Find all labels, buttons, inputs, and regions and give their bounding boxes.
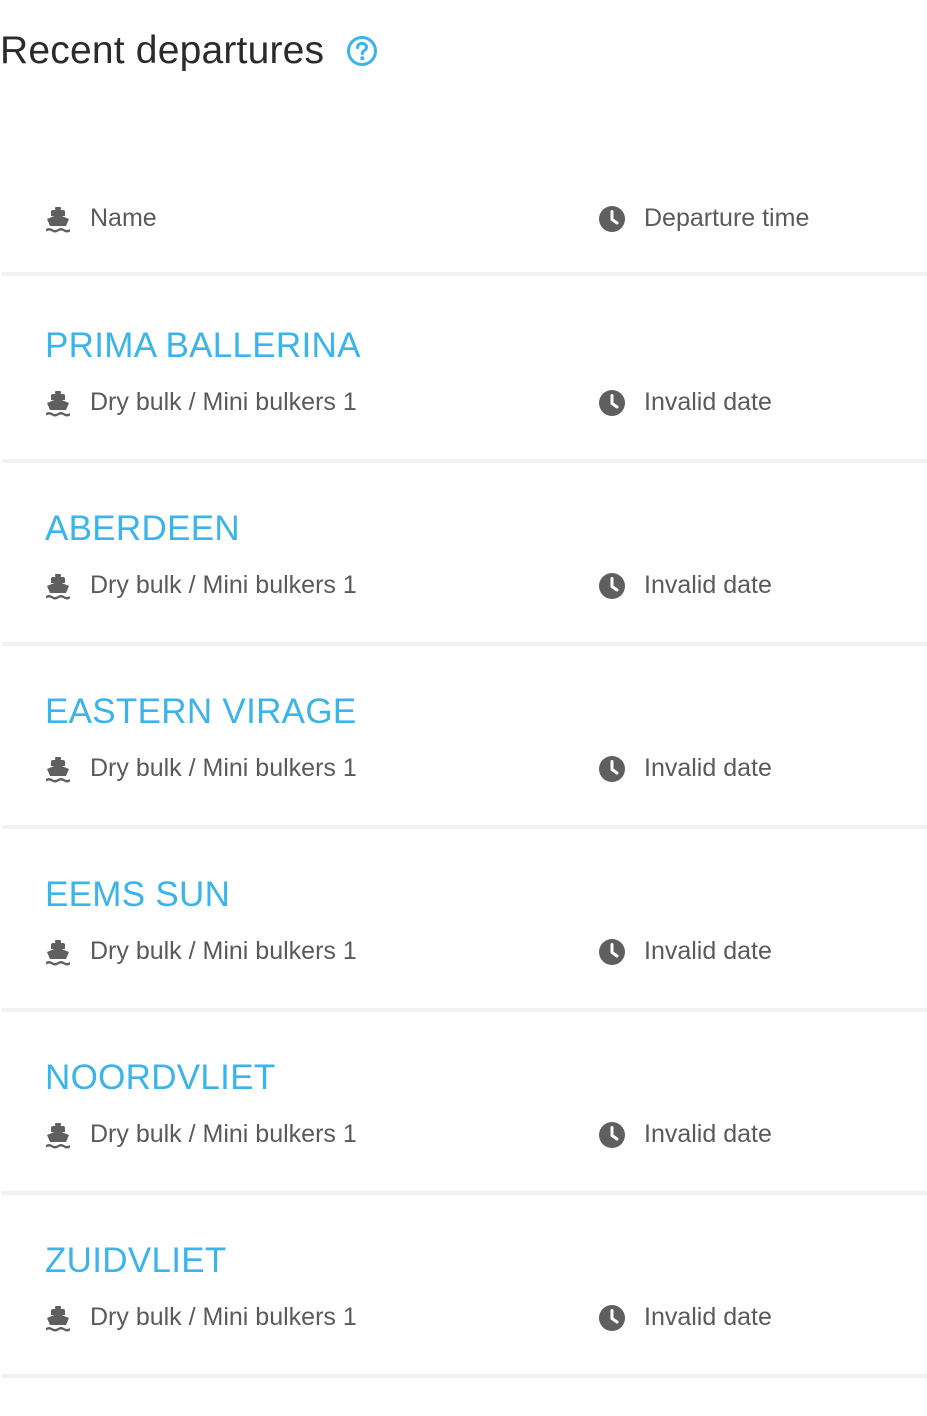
vessel-type-label: Dry bulk / Mini bulkers 1 [90,571,357,599]
clock-icon [598,1304,626,1332]
vessel-type: Dry bulk / Mini bulkers 1 [44,1303,357,1332]
vessel-type-label: Dry bulk / Mini bulkers 1 [90,937,357,965]
departure-time-label: Invalid date [644,937,772,965]
clock-icon [598,205,626,233]
ship-icon [44,1304,72,1332]
clock-icon [598,755,626,783]
column-header-departure-time[interactable]: Departure time [598,204,809,233]
vessel-type: Dry bulk / Mini bulkers 1 [44,388,357,417]
ship-icon [44,205,72,233]
ship-icon [44,572,72,600]
vessel-type: Dry bulk / Mini bulkers 1 [44,571,357,600]
clock-icon [598,938,626,966]
vessel-name-link[interactable]: EEMS SUN [45,875,230,915]
departure-time-label: Invalid date [644,754,772,782]
departure-time: Invalid date [598,754,772,783]
departure-row[interactable]: ZUIDVLIET Dry bulk / Mini bulkers 1 Inva… [2,1195,927,1378]
departure-row[interactable]: EASTERN VIRAGE Dry bulk / Mini bulkers 1… [2,646,927,829]
vessel-name-link[interactable]: PRIMA BALLERINA [45,326,361,366]
clock-icon [598,572,626,600]
ship-icon [44,389,72,417]
column-header-departure-time-label: Departure time [644,204,810,232]
departure-time: Invalid date [598,1120,772,1149]
departure-time: Invalid date [598,937,772,966]
column-header-name-label: Name [90,204,157,232]
page-header: Recent departures [0,26,378,76]
vessel-type-label: Dry bulk / Mini bulkers 1 [90,754,357,782]
vessel-type-label: Dry bulk / Mini bulkers 1 [90,1120,357,1148]
list-header: Name Departure time [2,186,927,276]
vessel-name-link[interactable]: ABERDEEN [45,509,240,549]
departure-time: Invalid date [598,1303,772,1332]
vessel-type-label: Dry bulk / Mini bulkers 1 [90,1303,357,1331]
ship-icon [44,1121,72,1149]
departure-time: Invalid date [598,571,772,600]
vessel-type: Dry bulk / Mini bulkers 1 [44,754,357,783]
departure-time: Invalid date [598,388,772,417]
vessel-name-link[interactable]: EASTERN VIRAGE [45,692,357,732]
question-circle-icon[interactable] [346,35,378,67]
vessel-name-link[interactable]: ZUIDVLIET [45,1241,227,1281]
ship-icon [44,755,72,783]
vessel-type-label: Dry bulk / Mini bulkers 1 [90,388,357,416]
vessel-name-link[interactable]: NOORDVLIET [45,1058,276,1098]
page-title: Recent departures [0,29,325,72]
departure-time-label: Invalid date [644,571,772,599]
departure-time-label: Invalid date [644,1303,772,1331]
departure-row[interactable]: ABERDEEN Dry bulk / Mini bulkers 1 Inval… [2,463,927,646]
departure-row[interactable]: EEMS SUN Dry bulk / Mini bulkers 1 Inval… [2,829,927,1012]
departure-row[interactable]: NOORDVLIET Dry bulk / Mini bulkers 1 Inv… [2,1012,927,1195]
departure-time-label: Invalid date [644,1120,772,1148]
vessel-type: Dry bulk / Mini bulkers 1 [44,937,357,966]
ship-icon [44,938,72,966]
departure-time-label: Invalid date [644,388,772,416]
clock-icon [598,1121,626,1149]
clock-icon [598,389,626,417]
vessel-type: Dry bulk / Mini bulkers 1 [44,1120,357,1149]
departure-row[interactable]: PRIMA BALLERINA Dry bulk / Mini bulkers … [2,280,927,463]
column-header-name[interactable]: Name [44,204,157,233]
